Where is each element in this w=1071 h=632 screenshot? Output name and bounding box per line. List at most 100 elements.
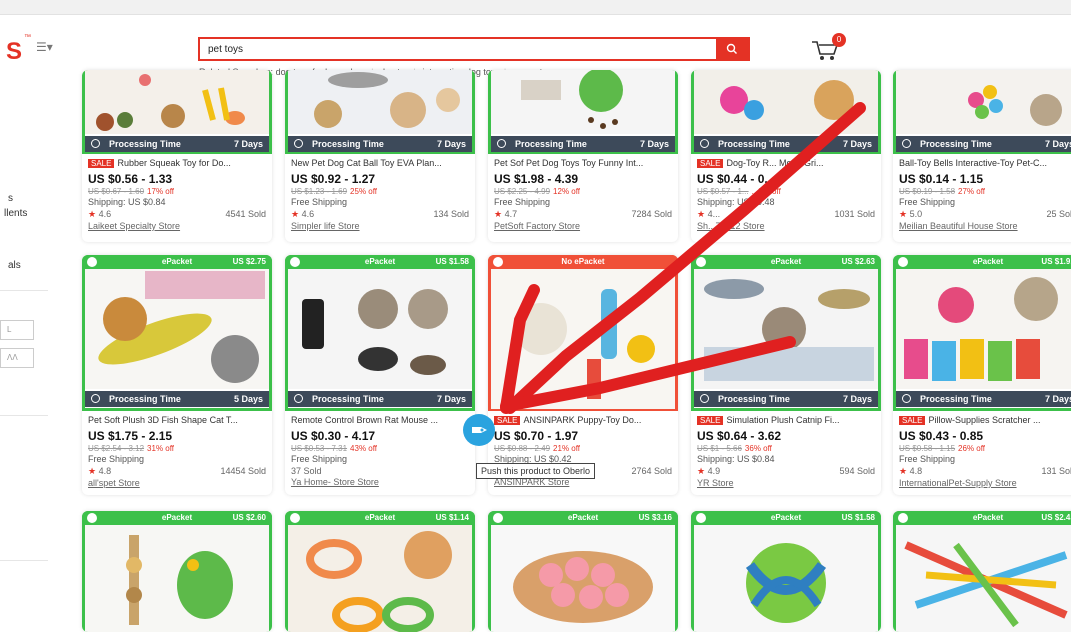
product-title[interactable]: SALE Rubber Squeak Toy for Do...: [88, 158, 266, 170]
original-price: US $0.67 - 1.60: [88, 187, 145, 196]
star-icon: ★: [697, 466, 706, 476]
store-link[interactable]: InternationalPet-Supply Store: [899, 478, 1071, 488]
store-link[interactable]: Ya Home- Store Store: [291, 477, 469, 487]
rating: 4.7: [504, 209, 518, 219]
product-price: US $1.98 - 4.39: [494, 172, 579, 186]
clock-icon: [902, 394, 911, 403]
product-card[interactable]: ePacket US $2.60: [82, 511, 272, 632]
product-title[interactable]: SALE Simulation Plush Catnip Fi...: [697, 415, 875, 427]
original-price: US $2.25 - 4.99: [494, 187, 551, 196]
processing-time-bar: Processing Time7 Days: [288, 391, 472, 407]
store-link[interactable]: Simpler life Store: [291, 221, 469, 231]
logo-trademark: ™: [24, 34, 31, 41]
discount: 36% off: [744, 444, 772, 453]
product-card[interactable]: ePacketUS $2.4...: [893, 511, 1071, 632]
original-price: US $0.19 - 1.58: [899, 187, 956, 196]
discount: ...3% off: [751, 187, 781, 196]
store-link[interactable]: all'spet Store: [88, 478, 266, 488]
product-card[interactable]: Processing Time 7 Days SALE Dog-Toy R... M…: [691, 70, 881, 242]
search-button[interactable]: [716, 39, 748, 59]
discount: 21% off: [553, 444, 581, 453]
shipping-method-header: ePacket US $2.60: [82, 511, 272, 525]
search-input[interactable]: [200, 39, 716, 60]
product-card[interactable]: Processing Time 7 Days Pet Sof Pet Dog To…: [488, 70, 678, 242]
original-price: US $0.88 - 2.49: [494, 444, 551, 453]
sidebar-filter-input[interactable]: L: [0, 320, 34, 340]
search-icon: [726, 43, 737, 54]
tag-icon: [472, 427, 487, 433]
product-image: [491, 525, 675, 632]
hamburger-icon: ☰▾: [36, 40, 53, 54]
product-title[interactable]: New Pet Dog Cat Ball Toy EVA Plan...: [291, 158, 469, 170]
star-icon: ★: [88, 209, 97, 219]
shipping-method-header: ePacket US $2.75: [82, 255, 272, 269]
oberlo-push-button[interactable]: [463, 414, 495, 446]
search-bar: [198, 37, 750, 61]
product-card[interactable]: Processing Time 7 Days New Pet Dog Cat Ba…: [285, 70, 475, 242]
discount: 26% off: [958, 444, 986, 453]
product-title[interactable]: SALE Pillow-Supplies Scratcher ...: [899, 415, 1071, 427]
sold-count: 25 Sold: [1046, 209, 1071, 219]
clock-icon: [294, 394, 303, 403]
discount: 27% off: [958, 187, 986, 196]
shipping-method-header: ePacket US $1.14: [285, 511, 475, 525]
shipping-method-header: ePacket US $1.58: [691, 511, 881, 525]
sold-count: 1031 Sold: [834, 209, 875, 219]
product-card[interactable]: ePacket US $1.14: [285, 511, 475, 632]
product-card[interactable]: ePacket US $3.16: [488, 511, 678, 632]
clock-icon: [91, 139, 100, 148]
shipping-info: Free Shipping: [899, 197, 956, 207]
product-image: [694, 70, 878, 134]
processing-time-bar: Processing Time7 Days: [85, 136, 269, 152]
product-image: [288, 70, 472, 134]
store-link[interactable]: Meilian Beautiful House Store: [899, 221, 1071, 231]
product-title[interactable]: SALE Dog-Toy R... Molar Gri...: [697, 158, 875, 170]
product-card[interactable]: ePacket US $2.63 Processing Time 7 Days SA…: [691, 255, 881, 495]
product-title[interactable]: Pet Sof Pet Dog Toys Toy Funny Int...: [494, 158, 672, 170]
product-price: US $0.64 - 3.62: [697, 429, 782, 443]
original-price: US $0.57 - 1...: [697, 187, 749, 196]
store-link[interactable]: Laikeet Specialty Store: [88, 221, 266, 231]
star-icon: ★: [899, 466, 908, 476]
star-icon: ★: [899, 209, 908, 219]
rating: 5.0: [909, 209, 923, 219]
product-card[interactable]: Processing Time 7 Days SALE Rubber Squeak …: [82, 70, 272, 242]
product-title[interactable]: Pet Soft Plush 3D Fish Shape Cat T...: [88, 415, 266, 427]
clock-icon: [700, 139, 709, 148]
store-link[interactable]: Sh...74012 Store: [697, 221, 875, 231]
product-price: US $0.70 - 1.97: [494, 429, 579, 443]
rating: 4.9: [707, 466, 721, 476]
sold-count: 14454 Sold: [220, 466, 266, 476]
star-icon: ★: [88, 466, 97, 476]
product-price: US $0.30 - 4.17: [291, 429, 376, 443]
sold-count: 2764 Sold: [631, 466, 672, 476]
processing-time-bar: Processing Time7 Days: [896, 391, 1071, 407]
discount: 43% off: [350, 444, 378, 453]
product-title[interactable]: Remote Control Brown Rat Mouse ...: [291, 415, 469, 427]
product-image: [85, 525, 269, 632]
category-menu-button[interactable]: ☰▾: [36, 40, 53, 54]
store-link[interactable]: PetSoft Factory Store: [494, 221, 672, 231]
store-link[interactable]: YR Store: [697, 478, 875, 488]
rating: 4.8: [909, 466, 923, 476]
sold-count: 134 Sold: [433, 209, 469, 219]
product-image: [85, 269, 269, 389]
site-logo[interactable]: S: [6, 38, 22, 66]
product-card[interactable]: ePacket US $1.58 Processing Time 7 Days Re…: [285, 255, 475, 495]
shipping-method-header: No ePacket: [488, 255, 678, 269]
shipping-method-header: ePacket US $3.16: [488, 511, 678, 525]
rating: 4.6: [301, 209, 315, 219]
discount: 25% off: [350, 187, 378, 196]
product-title[interactable]: SALE ANSINPARK Puppy-Toy Do...: [494, 415, 672, 427]
product-card[interactable]: ePacket US $2.75 Processing Time 5 Days Pe…: [82, 255, 272, 495]
product-card[interactable]: ePacketUS $1.9... Processing Time7 Days …: [893, 255, 1071, 495]
product-card[interactable]: No ePacket SALE ANSINPARK Puppy-Toy Do...…: [488, 255, 678, 495]
sidebar-filter-input[interactable]: ΛΛ: [0, 348, 34, 368]
product-image: [694, 269, 878, 389]
star-icon: ★: [291, 209, 300, 219]
product-card[interactable]: Processing Time7 Days Ball-Toy Bells Int…: [893, 70, 1071, 242]
product-title[interactable]: Ball-Toy Bells Interactive-Toy Pet-C...: [899, 158, 1071, 170]
product-card[interactable]: ePacket US $1.58: [691, 511, 881, 632]
browser-top-bar: [0, 0, 1071, 15]
shipping-info: Shipping: US $0.84: [697, 454, 775, 464]
